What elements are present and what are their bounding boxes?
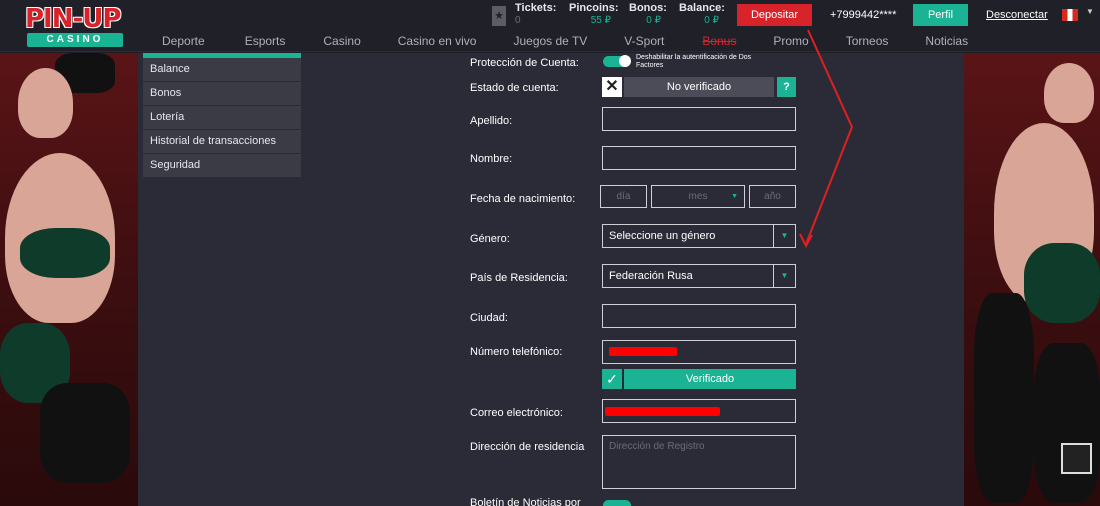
phone-number[interactable]: +7999442**** <box>830 4 896 26</box>
close-icon: ✕ <box>602 77 622 97</box>
nav-juegos-de-tv[interactable]: Juegos de TV <box>513 30 587 52</box>
birthdate-label: Fecha de nacimiento: <box>470 193 576 205</box>
tickets-stat: Tickets: 0 <box>515 3 556 27</box>
gender-select[interactable]: Seleccione un género ▼ <box>602 224 796 248</box>
sidebar-item-historial[interactable]: Historial de transacciones <box>143 130 301 154</box>
sidebar-item-loteria[interactable]: Lotería <box>143 106 301 130</box>
main-nav: Deporte Esports Casino Casino en vivo Ju… <box>140 30 968 52</box>
sidebar-item-bonos[interactable]: Bonos <box>143 82 301 106</box>
birth-month-placeholder: mes <box>688 191 708 202</box>
nav-torneos[interactable]: Torneos <box>846 30 889 52</box>
tickets-value: 0 <box>515 15 521 26</box>
newsletter-label: Boletín de Noticias por <box>470 497 581 506</box>
star-icon[interactable]: ★ <box>492 6 506 26</box>
redaction-mark <box>609 347 677 356</box>
toggle-knob <box>619 55 631 67</box>
help-button[interactable]: ? <box>777 77 796 97</box>
chevron-down-icon[interactable]: ▼ <box>1086 7 1094 16</box>
address-label: Dirección de residencia <box>470 441 585 453</box>
nav-promo[interactable]: Promo <box>773 30 808 52</box>
country-select-value: Federación Rusa <box>609 270 693 282</box>
bonos-label: Bonos: <box>629 2 667 14</box>
country-label: País de Residencia: <box>470 272 568 284</box>
gender-label: Género: <box>470 233 510 245</box>
phone-label: Número telefónico: <box>470 346 563 358</box>
chevron-down-icon: ▼ <box>731 193 738 200</box>
nav-noticias[interactable]: Noticias <box>925 30 968 52</box>
newsletter-toggle[interactable] <box>603 500 631 506</box>
pincoins-stat: Pincoins: 55 ₽ <box>569 2 619 27</box>
two-factor-toggle[interactable] <box>603 55 631 67</box>
logo-text: PIN-UP <box>25 4 121 34</box>
account-status-badge: No verificado <box>624 77 774 97</box>
nav-v-sport[interactable]: V-Sport <box>624 30 664 52</box>
chevron-down-icon: ▼ <box>773 225 795 247</box>
city-input[interactable] <box>602 304 796 328</box>
balance-label: Balance: <box>679 2 725 14</box>
email-label: Correo electrónico: <box>470 407 563 419</box>
peru-flag-icon[interactable] <box>1062 9 1078 21</box>
profile-sidebar: Balance Bonos Lotería Historial de trans… <box>143 53 301 178</box>
nav-esports[interactable]: Esports <box>245 30 286 52</box>
balance-stat: Balance: 0 ₽ <box>679 2 725 27</box>
bonos-value: 0 ₽ <box>646 15 661 26</box>
top-bar: PIN-UP CASINO ★ Tickets: 0 Pincoins: 55 … <box>0 0 1100 52</box>
nav-casino[interactable]: Casino <box>323 30 360 52</box>
phone-verified-badge: Verificado <box>624 369 796 389</box>
right-pinup-artwork <box>964 53 1100 506</box>
nav-deporte[interactable]: Deporte <box>162 30 205 52</box>
bonos-stat: Bonos: 0 ₽ <box>629 2 667 27</box>
pincoins-value: 55 ₽ <box>590 15 611 26</box>
email-input[interactable] <box>602 399 796 423</box>
check-icon: ✓ <box>602 369 622 389</box>
pincoins-label: Pincoins: <box>569 2 619 14</box>
chevron-down-icon: ▼ <box>773 265 795 287</box>
logout-link[interactable]: Desconectar <box>986 4 1048 26</box>
address-textarea[interactable]: Dirección de Registro <box>602 435 796 489</box>
balance-value: 0 ₽ <box>704 15 719 26</box>
birth-month-select[interactable]: mes ▼ <box>651 185 745 208</box>
lastname-label: Apellido: <box>470 115 513 127</box>
left-pinup-artwork <box>0 53 138 506</box>
profile-button[interactable]: Perfil <box>913 4 968 26</box>
birth-year-input[interactable]: año <box>749 185 796 208</box>
two-factor-text: Deshabilitar la autentificación de Dos F… <box>636 54 752 69</box>
country-select[interactable]: Federación Rusa ▼ <box>602 264 796 288</box>
nav-casino-en-vivo[interactable]: Casino en vivo <box>398 30 477 52</box>
redaction-mark <box>605 407 720 416</box>
deposit-button[interactable]: Depositar <box>737 4 812 26</box>
status-label: Estado de cuenta: <box>470 82 559 94</box>
tickets-label: Tickets: <box>515 2 557 14</box>
lastname-input[interactable] <box>602 107 796 131</box>
phone-input[interactable] <box>602 340 796 364</box>
logo-subtext: CASINO <box>27 33 123 47</box>
chat-widget-icon[interactable] <box>1061 443 1092 474</box>
birth-day-input[interactable]: día <box>600 185 647 208</box>
firstname-input[interactable] <box>602 146 796 170</box>
protection-label: Protección de Cuenta: <box>470 57 579 69</box>
sidebar-item-seguridad[interactable]: Seguridad <box>143 154 301 178</box>
firstname-label: Nombre: <box>470 153 513 165</box>
nav-bonus[interactable]: Bonus <box>702 30 736 52</box>
city-label: Ciudad: <box>470 312 508 324</box>
sidebar-item-balance[interactable]: Balance <box>143 58 301 82</box>
gender-select-value: Seleccione un género <box>609 230 716 242</box>
pinup-logo[interactable]: PIN-UP CASINO <box>25 5 125 47</box>
